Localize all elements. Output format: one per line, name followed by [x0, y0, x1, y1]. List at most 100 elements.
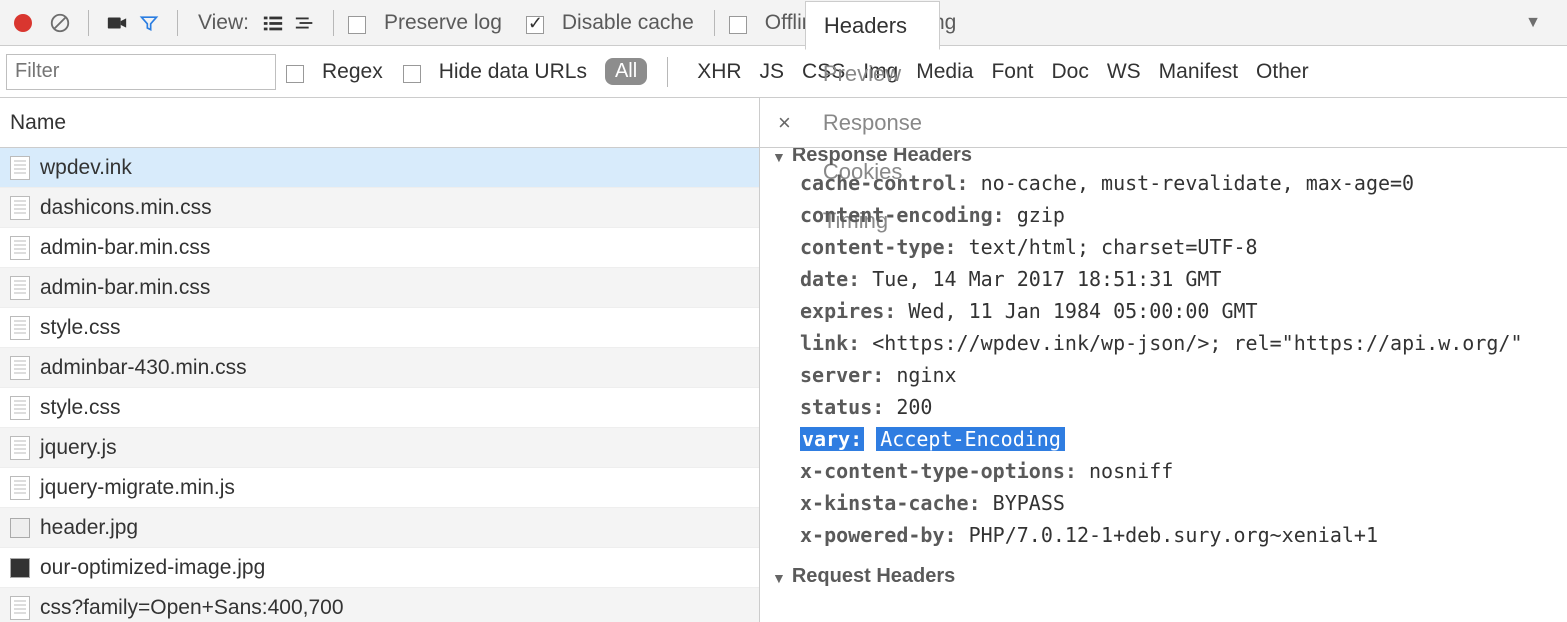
document-file-icon [10, 476, 30, 500]
response-header-row: date: Tue, 14 Mar 2017 18:51:31 GMT [772, 263, 1555, 295]
filter-icon[interactable] [135, 9, 163, 37]
header-value: no-cache, must-revalidate, max-age=0 [981, 171, 1414, 195]
request-row[interactable]: style.css [0, 308, 759, 348]
header-key: server: [800, 363, 884, 387]
headers-body: ▼ Response Headers cache-control: no-cac… [760, 148, 1567, 622]
request-row[interactable]: css?family=Open+Sans:400,700 [0, 588, 759, 622]
header-value: text/html; charset=UTF-8 [969, 235, 1258, 259]
header-value: nosniff [1089, 459, 1173, 483]
response-header-row: status: 200 [772, 391, 1555, 423]
filter-type-font[interactable]: Font [991, 60, 1033, 83]
header-value: PHP/7.0.12-1+deb.sury.org~xenial+1 [969, 523, 1378, 547]
filter-type-xhr[interactable]: XHR [697, 60, 741, 83]
camera-icon[interactable] [103, 9, 131, 37]
clear-icon[interactable] [46, 9, 74, 37]
view-label: View: [198, 11, 249, 35]
filter-type-doc[interactable]: Doc [1051, 60, 1088, 83]
request-row[interactable]: header.jpg [0, 508, 759, 548]
response-header-row: expires: Wed, 11 Jan 1984 05:00:00 GMT [772, 295, 1555, 327]
tab-preview[interactable]: Preview [805, 49, 940, 98]
header-value: 200 [896, 395, 932, 419]
request-row[interactable]: admin-bar.min.css [0, 268, 759, 308]
request-row[interactable]: jquery-migrate.min.js [0, 468, 759, 508]
header-key: vary: [800, 427, 864, 451]
header-key: content-type: [800, 235, 957, 259]
filter-all-pill[interactable]: All [605, 58, 647, 85]
header-value: BYPASS [993, 491, 1065, 515]
request-name: dashicons.min.css [40, 196, 212, 220]
hide-data-urls-checkbox[interactable] [403, 65, 421, 83]
disable-cache-label: Disable cache [562, 11, 694, 35]
filter-type-manifest[interactable]: Manifest [1159, 60, 1238, 83]
chevron-down-icon: ▼ [772, 570, 786, 586]
header-key: date: [800, 267, 860, 291]
header-key: x-kinsta-cache: [800, 491, 981, 515]
regex-checkbox[interactable] [286, 65, 304, 83]
document-file-icon [10, 596, 30, 620]
document-file-icon [10, 316, 30, 340]
header-key: link: [800, 331, 860, 355]
filter-type-js[interactable]: JS [760, 60, 785, 83]
preserve-log-label: Preserve log [384, 11, 502, 35]
request-row[interactable]: style.css [0, 388, 759, 428]
image-file-icon [10, 518, 30, 538]
image-file-icon [10, 558, 30, 578]
document-file-icon [10, 276, 30, 300]
request-row[interactable]: dashicons.min.css [0, 188, 759, 228]
filter-type-other[interactable]: Other [1256, 60, 1309, 83]
header-value: Wed, 11 Jan 1984 05:00:00 GMT [908, 299, 1257, 323]
view-small-icon[interactable] [291, 9, 319, 37]
request-list[interactable]: wpdev.ink dashicons.min.css admin-bar.min.… [0, 148, 759, 622]
tab-response[interactable]: Response [805, 98, 940, 147]
request-name: jquery-migrate.min.js [40, 476, 235, 500]
tab-headers[interactable]: Headers [805, 1, 940, 50]
response-header-row: link: <https://wpdev.ink/wp-json/>; rel=… [772, 327, 1555, 359]
response-header-row: server: nginx [772, 359, 1555, 391]
document-file-icon [10, 196, 30, 220]
request-row[interactable]: our-optimized-image.jpg [0, 548, 759, 588]
document-file-icon [10, 396, 30, 420]
regex-label: Regex [322, 60, 383, 84]
record-button[interactable] [14, 14, 32, 32]
throttling-dropdown-chevron[interactable]: ▼ [1435, 14, 1541, 32]
header-key: status: [800, 395, 884, 419]
preserve-log-checkbox[interactable] [348, 16, 366, 34]
header-value: gzip [1017, 203, 1065, 227]
request-headers-title: Request Headers [792, 565, 955, 588]
response-header-row: x-content-type-options: nosniff [772, 455, 1555, 487]
request-list-panel: Name wpdev.ink dashicons.min.css admin-bar… [0, 98, 760, 622]
response-header-row: x-powered-by: PHP/7.0.12-1+deb.sury.org~… [772, 519, 1555, 551]
header-key: x-powered-by: [800, 523, 957, 547]
response-header-row: cache-control: no-cache, must-revalidate… [772, 167, 1555, 199]
request-row[interactable]: admin-bar.min.css [0, 228, 759, 268]
header-value: Accept-Encoding [876, 427, 1065, 451]
network-toolbar: View: Preserve log Disable cache Offline… [0, 0, 1567, 46]
filter-type-ws[interactable]: WS [1107, 60, 1141, 83]
request-row[interactable]: jquery.js [0, 428, 759, 468]
close-icon[interactable]: × [764, 110, 805, 136]
disable-cache-checkbox[interactable] [526, 16, 544, 34]
request-name: admin-bar.min.css [40, 236, 210, 260]
request-name: style.css [40, 316, 121, 340]
document-file-icon [10, 156, 30, 180]
response-headers-section[interactable]: ▼ Response Headers [772, 148, 1555, 167]
request-row[interactable]: wpdev.ink [0, 148, 759, 188]
header-key: x-content-type-options: [800, 459, 1077, 483]
details-tabs: × HeadersPreviewResponseCookiesTiming [760, 98, 1567, 148]
response-headers-title: Response Headers [792, 148, 972, 167]
filter-input[interactable] [6, 54, 276, 90]
header-value: Tue, 14 Mar 2017 18:51:31 GMT [872, 267, 1221, 291]
response-header-row: x-kinsta-cache: BYPASS [772, 487, 1555, 519]
response-header-row: content-encoding: gzip [772, 199, 1555, 231]
request-name: header.jpg [40, 516, 138, 540]
request-name: css?family=Open+Sans:400,700 [40, 596, 344, 620]
header-value: nginx [896, 363, 956, 387]
offline-checkbox[interactable] [729, 16, 747, 34]
document-file-icon [10, 356, 30, 380]
request-name: style.css [40, 396, 121, 420]
request-row[interactable]: adminbar-430.min.css [0, 348, 759, 388]
request-headers-section[interactable]: ▼ Request Headers [772, 565, 1555, 588]
view-large-icon[interactable] [259, 9, 287, 37]
request-name: adminbar-430.min.css [40, 356, 247, 380]
name-column-header[interactable]: Name [0, 98, 759, 148]
